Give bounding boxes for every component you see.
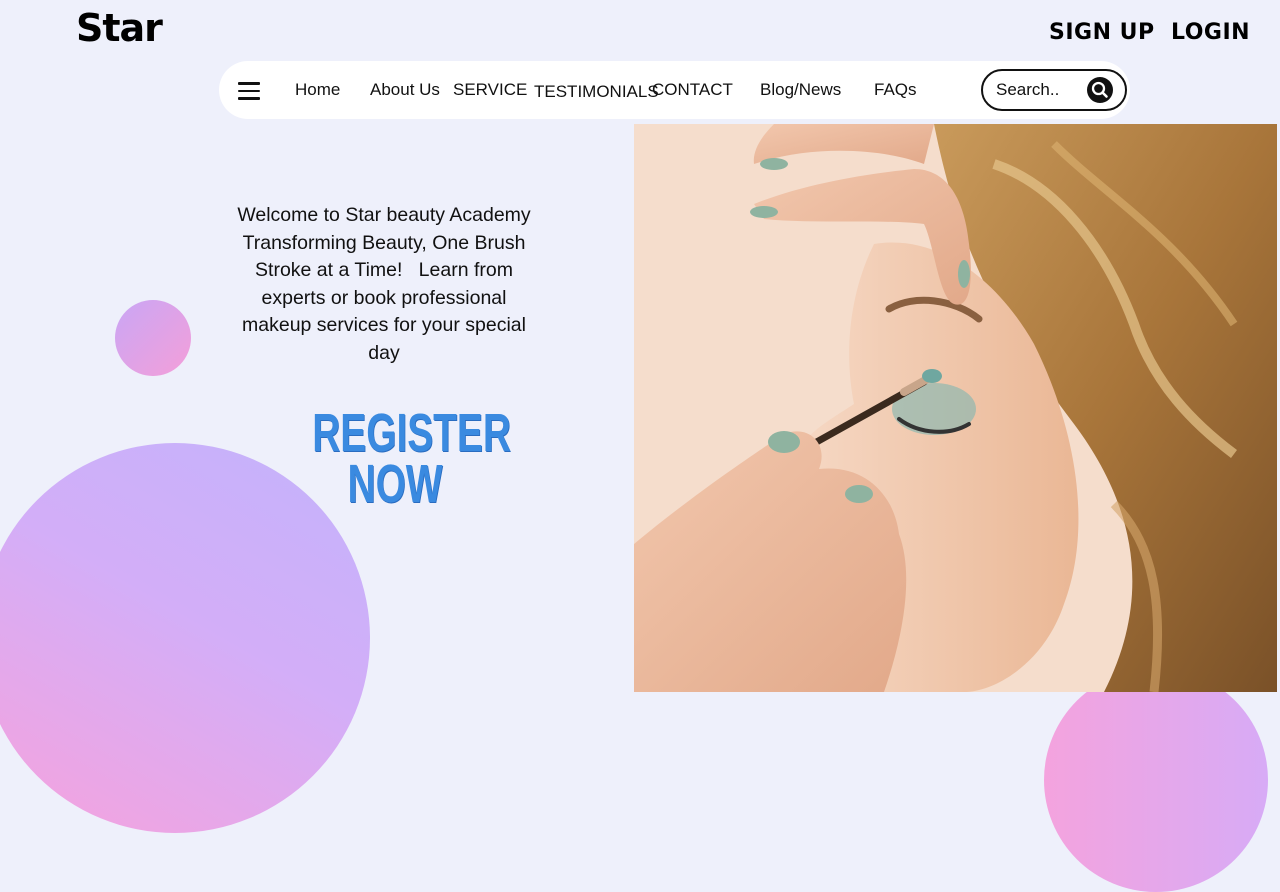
nav-about-us[interactable]: About Us <box>370 80 440 100</box>
nav-contact[interactable]: CONTACT <box>652 80 733 100</box>
hamburger-menu-icon[interactable] <box>238 82 260 100</box>
nav-faqs[interactable]: FAQs <box>874 80 917 100</box>
login-link[interactable]: LOGIN <box>1171 20 1250 45</box>
welcome-line: day <box>368 341 400 364</box>
register-label: REGISTER <box>312 403 511 463</box>
search-input[interactable] <box>996 80 1084 100</box>
decorative-circle-corner <box>1044 668 1268 892</box>
main-navigation: Home About Us SERVICE TESTIMONIALS CONTA… <box>219 61 1130 119</box>
search-box <box>981 69 1127 111</box>
search-icon[interactable] <box>1087 77 1113 103</box>
nav-blog-news[interactable]: Blog/News <box>760 80 841 100</box>
sign-up-link[interactable]: SIGN UP <box>1049 20 1155 45</box>
nav-home[interactable]: Home <box>295 80 340 100</box>
welcome-line: Transforming Beauty, One Brush <box>242 231 526 254</box>
now-label: NOW <box>347 454 443 514</box>
nav-service[interactable]: SERVICE <box>453 80 527 100</box>
welcome-line: makeup services for your special <box>242 314 526 336</box>
welcome-line: Stroke at a Time! Learn from <box>255 259 513 281</box>
makeup-application-photo <box>634 124 1277 692</box>
brand-logo[interactable]: Star <box>76 6 163 50</box>
nav-testimonials[interactable]: TESTIMONIALS <box>534 82 659 102</box>
welcome-text: Welcome to Star beauty Academy Transform… <box>204 202 564 367</box>
welcome-line: Welcome to Star beauty Academy <box>237 204 531 226</box>
register-now-button[interactable]: REGISTER NOW <box>312 403 511 514</box>
decorative-circle-small <box>115 300 191 376</box>
welcome-line: experts or book professional <box>261 286 507 309</box>
